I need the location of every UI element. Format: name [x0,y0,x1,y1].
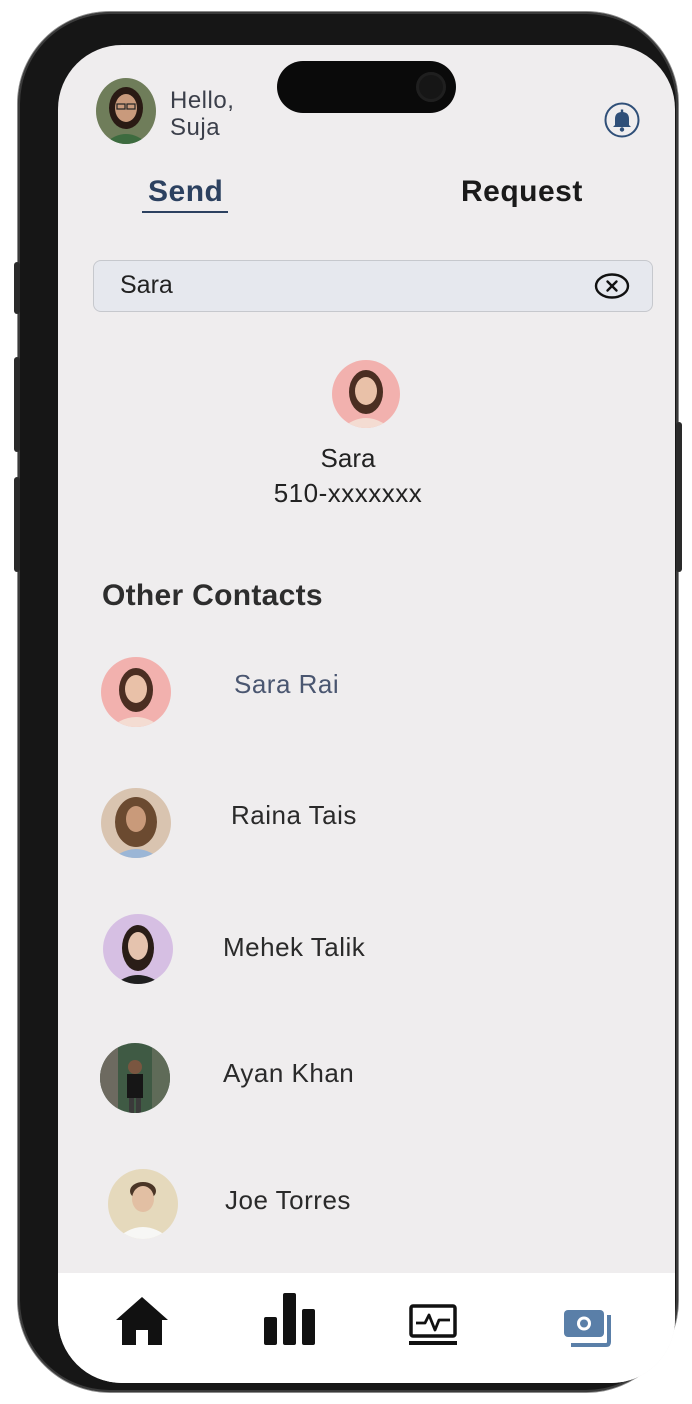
contact-name: Ayan Khan [223,1058,355,1088]
volume-down-button [14,477,20,572]
phone-frame: Hello, Suja Send Request Sara Sara 510-x… [14,12,682,1392]
avatar [108,1169,178,1239]
bar-chart-icon[interactable] [262,1291,318,1347]
search-input[interactable]: Sara [93,260,653,312]
wallet-cash-icon[interactable] [563,1307,617,1349]
tab-request[interactable]: Request [461,175,583,209]
home-icon[interactable] [114,1293,170,1349]
greeting-hello: Hello, [170,87,235,114]
volume-up-button [14,357,20,452]
contact-name: Raina Tais [231,800,357,830]
action-button [14,262,20,314]
power-button [676,422,682,572]
greeting-username: Suja [170,114,221,141]
bell-icon[interactable] [603,101,641,139]
contact-name: Mehek Talik [223,932,366,962]
search-value: Sara [120,271,173,299]
active-tab-indicator [142,211,228,213]
search-result-name[interactable]: Sara [248,443,448,474]
avatar [101,788,171,858]
user-avatar[interactable] [96,78,156,144]
search-result-avatar[interactable] [332,360,400,428]
camera-icon [416,72,446,102]
contact-name: Sara Rai [234,669,340,699]
contact-name: Joe Torres [225,1185,351,1215]
dynamic-island [277,61,456,113]
app-screen: Hello, Suja Send Request Sara Sara 510-x… [58,45,675,1383]
avatar [101,657,171,727]
avatar [103,914,173,984]
search-result-phone: 510-xxxxxxx [273,478,423,508]
tab-send[interactable]: Send [148,175,223,209]
activity-monitor-icon[interactable] [408,1303,458,1347]
bottom-nav [58,1273,675,1383]
close-circle-icon[interactable] [594,272,630,300]
avatar [100,1043,170,1113]
section-title: Other Contacts [102,579,323,612]
greeting: Hello, Suja [170,87,234,141]
